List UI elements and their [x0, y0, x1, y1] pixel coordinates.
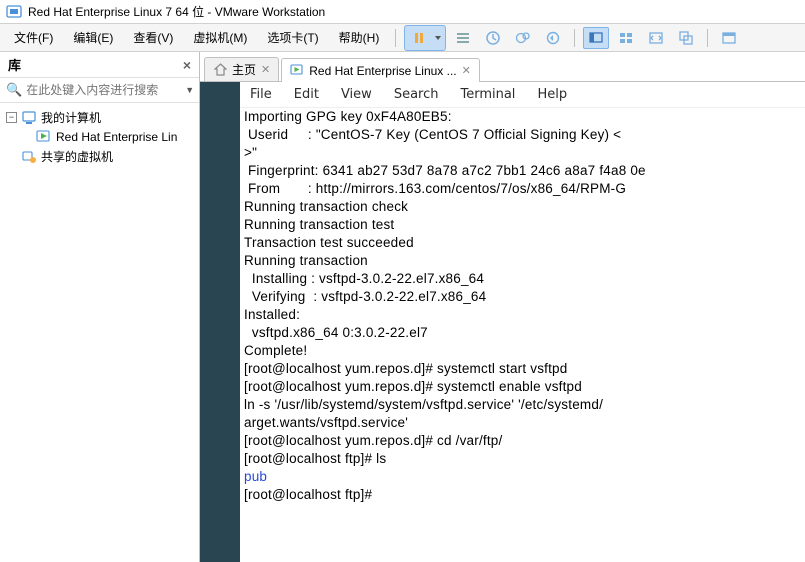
- shared-vms-icon: [21, 150, 37, 164]
- guest-terminal-window: File Edit View Search Terminal Help Impo…: [240, 82, 805, 562]
- terminal-line: [root@localhost yum.repos.d]# systemctl …: [244, 378, 801, 396]
- menu-help[interactable]: 帮助(H): [331, 26, 388, 49]
- revert-icon[interactable]: [540, 27, 566, 49]
- guest-menu-view[interactable]: View: [341, 87, 372, 102]
- menu-vm[interactable]: 虚拟机(M): [185, 26, 255, 49]
- computer-icon: [21, 111, 37, 125]
- terminal-line: Importing GPG key 0xF4A80EB5:: [244, 108, 801, 126]
- sidebar-title: 库: [8, 55, 21, 74]
- search-input[interactable]: [26, 83, 181, 97]
- guest-menu-edit[interactable]: Edit: [294, 87, 319, 102]
- collapse-icon[interactable]: −: [6, 112, 17, 123]
- tab-home[interactable]: 主页 ✕: [204, 57, 279, 81]
- terminal-line: arget.wants/vsftpd.service': [244, 414, 801, 432]
- tab-vm-active[interactable]: Red Hat Enterprise Linux ... ✕: [281, 58, 480, 82]
- terminal-line: [root@localhost yum.repos.d]# systemctl …: [244, 360, 801, 378]
- snapshot-manage-icon[interactable]: [510, 27, 536, 49]
- home-icon: [213, 63, 227, 77]
- tree-item-shared[interactable]: 共享的虚拟机: [0, 146, 199, 167]
- terminal-line: Userid : "CentOS-7 Key (CentOS 7 Officia…: [244, 126, 801, 144]
- separator: [574, 29, 575, 47]
- close-icon[interactable]: ✕: [261, 63, 270, 76]
- close-icon[interactable]: ✕: [462, 64, 471, 77]
- app-menubar: 文件(F) 编辑(E) 查看(V) 虚拟机(M) 选项卡(T) 帮助(H): [0, 24, 805, 52]
- terminal-output[interactable]: Importing GPG key 0xF4A80EB5: Userid : "…: [240, 108, 805, 562]
- vm-running-icon: [36, 130, 52, 144]
- tree-label: 共享的虚拟机: [41, 148, 113, 165]
- power-controls: [404, 25, 446, 51]
- terminal-line: Installed:: [244, 306, 801, 324]
- terminal-line: [root@localhost yum.repos.d]# cd /var/ft…: [244, 432, 801, 450]
- menu-file[interactable]: 文件(F): [6, 26, 61, 49]
- terminal-line: Running transaction check: [244, 198, 801, 216]
- guest-bg-strip: [200, 82, 240, 562]
- terminal-line: Complete!: [244, 342, 801, 360]
- guest-menubar: File Edit View Search Terminal Help: [240, 82, 805, 108]
- menu-tabs[interactable]: 选项卡(T): [259, 26, 326, 49]
- sidebar-header: 库 ×: [0, 52, 199, 78]
- tree-label: 我的计算机: [41, 109, 101, 126]
- terminal-line: Running transaction test: [244, 216, 801, 234]
- tree-root-my-computer[interactable]: − 我的计算机: [0, 107, 199, 128]
- search-row: 🔍 ▼: [0, 78, 199, 103]
- library-sidebar: 库 × 🔍 ▼ − 我的计算机 Red Hat Enterprise Lin 共…: [0, 52, 200, 562]
- pause-button[interactable]: [406, 27, 432, 49]
- vm-running-icon: [290, 64, 304, 78]
- guest-menu-help[interactable]: Help: [537, 87, 567, 102]
- tab-bar: 主页 ✕ Red Hat Enterprise Linux ... ✕: [200, 52, 805, 82]
- app-icon: [6, 4, 22, 20]
- terminal-line: [root@localhost ftp]# ls: [244, 450, 801, 468]
- guest-menu-terminal[interactable]: Terminal: [460, 87, 515, 102]
- view-thumbnails-icon[interactable]: [613, 27, 639, 49]
- sidebar-close-icon[interactable]: ×: [183, 57, 191, 73]
- search-dropdown-icon[interactable]: ▼: [185, 85, 194, 95]
- terminal-line: Fingerprint: 6341 ab27 53d7 8a78 a7c2 7b…: [244, 162, 801, 180]
- terminal-line: vsftpd.x86_64 0:3.0.2-22.el7: [244, 324, 801, 342]
- separator: [707, 29, 708, 47]
- content-area: 主页 ✕ Red Hat Enterprise Linux ... ✕ File…: [200, 52, 805, 562]
- terminal-line: ln -s '/usr/lib/systemd/system/vsftpd.se…: [244, 396, 801, 414]
- menu-edit[interactable]: 编辑(E): [65, 26, 121, 49]
- fullscreen-icon[interactable]: [716, 27, 742, 49]
- guest-menu-search[interactable]: Search: [394, 87, 439, 102]
- tab-label: Red Hat Enterprise Linux ...: [309, 64, 456, 78]
- tab-label: 主页: [232, 61, 256, 78]
- stretch-icon[interactable]: [643, 27, 669, 49]
- guest-menu-file[interactable]: File: [250, 87, 272, 102]
- unity-icon[interactable]: [673, 27, 699, 49]
- window-title: Red Hat Enterprise Linux 7 64 位 - VMware…: [28, 3, 325, 20]
- terminal-line: >": [244, 144, 801, 162]
- power-dropdown[interactable]: [432, 27, 444, 49]
- vm-tree: − 我的计算机 Red Hat Enterprise Lin 共享的虚拟机: [0, 103, 199, 171]
- snapshot-icon[interactable]: [480, 27, 506, 49]
- separator: [395, 29, 396, 47]
- window-titlebar: Red Hat Enterprise Linux 7 64 位 - VMware…: [0, 0, 805, 24]
- terminal-line: Transaction test succeeded: [244, 234, 801, 252]
- view-console-icon[interactable]: [583, 27, 609, 49]
- tree-item-vm[interactable]: Red Hat Enterprise Lin: [0, 128, 199, 146]
- terminal-line: Verifying : vsftpd-3.0.2-22.el7.x86_64: [244, 288, 801, 306]
- terminal-line: From : http://mirrors.163.com/centos/7/o…: [244, 180, 801, 198]
- search-icon: 🔍: [6, 82, 22, 98]
- terminal-line: pub: [244, 468, 801, 486]
- terminal-line: [root@localhost ftp]#: [244, 486, 801, 504]
- toolbar-settings-icon[interactable]: [450, 27, 476, 49]
- tree-label: Red Hat Enterprise Lin: [56, 130, 177, 144]
- vm-console[interactable]: File Edit View Search Terminal Help Impo…: [200, 82, 805, 562]
- terminal-line: Installing : vsftpd-3.0.2-22.el7.x86_64: [244, 270, 801, 288]
- terminal-line: Running transaction: [244, 252, 801, 270]
- menu-view[interactable]: 查看(V): [125, 26, 181, 49]
